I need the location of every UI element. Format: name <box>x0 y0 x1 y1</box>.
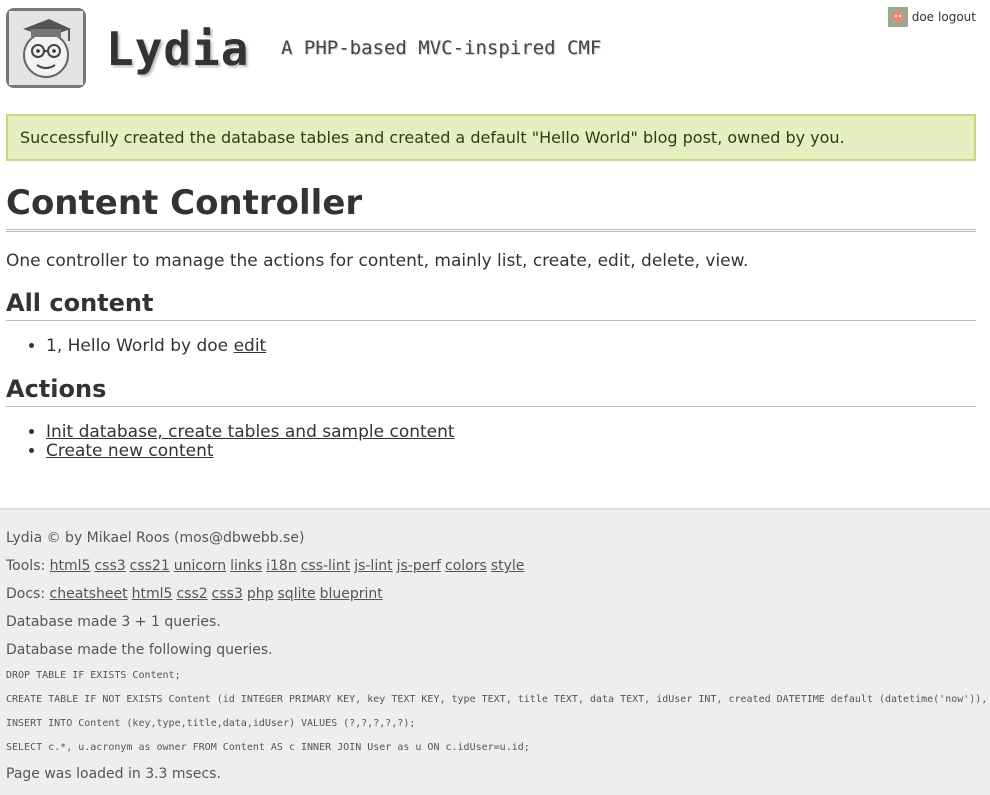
tool-link-colors[interactable]: colors <box>445 558 487 574</box>
main-content: Successfully created the database tables… <box>0 114 990 461</box>
action-item: Init database, create tables and sample … <box>46 423 976 442</box>
tools-label: Tools: <box>6 558 46 574</box>
login-menu: doe logout <box>887 7 976 27</box>
doc-link-blueprint[interactable]: blueprint <box>320 586 383 602</box>
page-load-time: Page was loaded in 3.3 msecs. <box>6 766 221 782</box>
lydia-logo-icon[interactable] <box>6 8 86 88</box>
header: Lydia A PHP-based MVC-inspired CMF doe l… <box>0 0 990 100</box>
sql-query: DROP TABLE IF EXISTS Content; <box>6 670 181 681</box>
footer: Lydia © by Mikael Roos (mos@dbwebb.se) T… <box>0 508 990 795</box>
tool-link-css-lint[interactable]: css-lint <box>301 558 350 574</box>
footer-copyright: Lydia © by Mikael Roos (mos@dbwebb.se) <box>6 530 305 546</box>
doc-link-css2[interactable]: css2 <box>176 586 207 602</box>
tool-link-unicorn[interactable]: unicorn <box>174 558 226 574</box>
actions-list: Init database, create tables and sample … <box>6 423 976 461</box>
doc-link-cheatsheet[interactable]: cheatsheet <box>50 586 128 602</box>
docs-label: Docs: <box>6 586 46 602</box>
doc-link-sqlite[interactable]: sqlite <box>278 586 316 602</box>
tool-link-css21[interactable]: css21 <box>130 558 170 574</box>
site-slogan: A PHP-based MVC-inspired CMF <box>281 37 602 59</box>
page-title: Content Controller <box>6 183 976 232</box>
all-content-list: 1, Hello World by doe edit <box>6 337 976 356</box>
tool-link-js-perf[interactable]: js-perf <box>397 558 441 574</box>
content-edit-link[interactable]: edit <box>234 336 267 356</box>
tool-link-i18n[interactable]: i18n <box>266 558 297 574</box>
doc-link-css3[interactable]: css3 <box>212 586 243 602</box>
sql-query: INSERT INTO Content (key,type,title,data… <box>6 718 416 729</box>
site-title[interactable]: Lydia <box>106 22 249 76</box>
init-database-link[interactable]: Init database, create tables and sample … <box>46 422 455 442</box>
doc-link-html5[interactable]: html5 <box>132 586 173 602</box>
actions-heading: Actions <box>6 374 976 407</box>
footer-tools: Tools: html5 css3 css21 unicorn links i18n css… <box>6 558 984 574</box>
tool-link-js-lint[interactable]: js-lint <box>354 558 392 574</box>
doc-link-php[interactable]: php <box>247 586 274 602</box>
sql-query: SELECT c.*, u.acronym as owner FROM Cont… <box>6 742 530 753</box>
content-item-text: 1, Hello World by doe <box>46 336 229 356</box>
username-link[interactable]: doe <box>912 8 934 26</box>
content-list-item: 1, Hello World by doe edit <box>46 337 976 356</box>
create-content-link[interactable]: Create new content <box>46 441 214 461</box>
footer-docs: Docs: cheatsheet html5 css2 css3 php sqlite bl… <box>6 586 984 602</box>
logout-link[interactable]: logout <box>938 8 976 26</box>
sql-query: CREATE TABLE IF NOT EXISTS Content (id I… <box>6 694 988 705</box>
tool-link-links[interactable]: links <box>230 558 262 574</box>
page-description: One controller to manage the actions for… <box>6 251 749 271</box>
tool-link-html5[interactable]: html5 <box>50 558 91 574</box>
all-content-heading: All content <box>6 288 976 321</box>
db-query-count: Database made 3 + 1 queries. <box>6 614 221 630</box>
flash-success-message: Successfully created the database tables… <box>6 114 976 161</box>
action-item: Create new content <box>46 442 976 461</box>
tool-link-css3[interactable]: css3 <box>94 558 125 574</box>
tool-link-style[interactable]: style <box>491 558 525 574</box>
gravatar-icon[interactable] <box>887 7 908 27</box>
db-queries-label: Database made the following queries. <box>6 642 273 658</box>
